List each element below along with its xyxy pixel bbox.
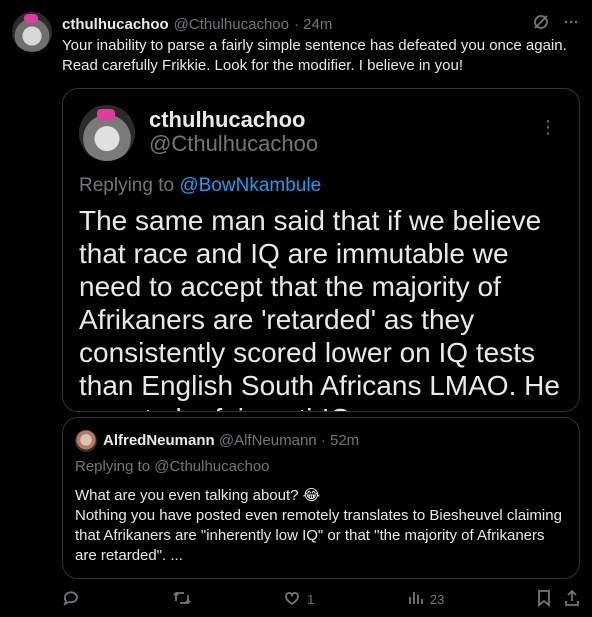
- quoted-avatar: [79, 105, 135, 161]
- right-actions: [536, 589, 580, 610]
- replying-prefix: Replying to: [79, 175, 180, 196]
- reply-button[interactable]: [62, 589, 80, 610]
- nested-line-1: What are you even talking about? 😂: [75, 487, 321, 504]
- handle[interactable]: @Cthulhucachoo: [174, 16, 289, 33]
- quoted-post-card[interactable]: cthulhucachoo @Cthulhucachoo ⋮ Replying …: [62, 88, 580, 412]
- post-header: cthulhucachoo @Cthulhucachoo · 24m: [62, 14, 580, 34]
- nested-avatar: [75, 430, 97, 452]
- nested-timestamp: · 52m: [320, 432, 360, 449]
- like-icon: [283, 589, 301, 610]
- nested-header: AlfredNeumann @AlfNeumann · 52m: [103, 432, 359, 449]
- quoted-replying-to: Replying to @BowNkambule: [79, 175, 321, 197]
- views-button[interactable]: 23: [406, 589, 444, 610]
- nested-handle: @AlfNeumann: [218, 432, 317, 449]
- repost-icon: [172, 589, 192, 610]
- repost-button[interactable]: [172, 589, 192, 610]
- quoted-display-name: cthulhucachoo: [149, 107, 306, 132]
- views-icon: [406, 589, 424, 610]
- nested-display-name: AlfredNeumann: [103, 432, 215, 449]
- share-icon[interactable]: [564, 589, 580, 610]
- nested-line-2: Nothing you have posted even remotely tr…: [75, 507, 562, 564]
- grok-icon[interactable]: [532, 13, 550, 35]
- avatar[interactable]: [12, 12, 52, 52]
- more-icon[interactable]: [562, 13, 580, 35]
- action-bar: 1 23: [62, 587, 580, 611]
- like-count: 1: [307, 591, 315, 607]
- replying-mention: @BowNkambule: [179, 175, 322, 196]
- timestamp[interactable]: · 24m: [294, 16, 332, 33]
- nested-text: What are you even talking about? 😂 Nothi…: [75, 486, 565, 566]
- reply-icon: [62, 589, 80, 610]
- like-button[interactable]: 1: [283, 589, 314, 610]
- bookmark-icon[interactable]: [536, 589, 552, 610]
- display-name[interactable]: cthulhucachoo: [62, 16, 169, 33]
- quoted-more-icon: ⋮: [539, 117, 557, 137]
- quoted-text: The same man said that if we believe tha…: [79, 205, 560, 411]
- nested-replying-to: Replying to @Cthulhucachoo: [75, 458, 270, 475]
- views-count: 23: [429, 591, 445, 607]
- nested-quote-card[interactable]: AlfredNeumann @AlfNeumann · 52m Replying…: [62, 417, 580, 579]
- quoted-handle: @Cthulhucachoo: [149, 131, 319, 156]
- post-text: Your inability to parse a fairly simple …: [62, 37, 567, 74]
